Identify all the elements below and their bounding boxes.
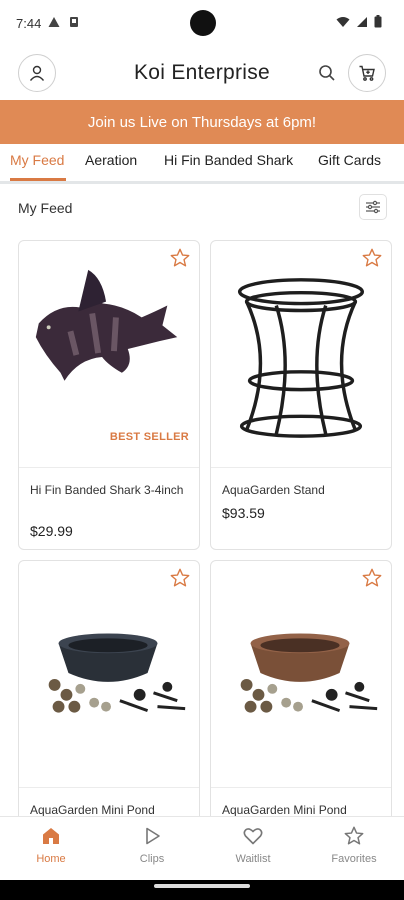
tab-gift-cards[interactable]: Gift Cards	[318, 152, 381, 168]
nav-waitlist[interactable]: Waitlist	[213, 825, 293, 865]
bottom-navigation: Home Clips Waitlist Favorites	[0, 816, 404, 880]
search-button[interactable]	[316, 62, 338, 84]
play-icon	[146, 827, 160, 845]
wifi-icon	[336, 16, 350, 27]
nav-favorites[interactable]: Favorites	[314, 825, 394, 865]
feed-title: My Feed	[18, 200, 73, 216]
nav-waitlist-label: Waitlist	[235, 853, 271, 865]
card-divider	[211, 467, 391, 468]
nav-clips[interactable]: Clips	[112, 825, 192, 865]
filter-button[interactable]	[359, 194, 387, 220]
live-promo-banner[interactable]: Join us Live on Thursdays at 6pm!	[0, 100, 404, 144]
battery-icon	[374, 15, 382, 28]
nav-home[interactable]: Home	[11, 825, 91, 865]
product-card[interactable]: AquaGarden Mini Pond	[18, 560, 200, 830]
favorite-star-icon[interactable]	[361, 567, 383, 589]
app-notification-icon	[70, 17, 78, 27]
product-price: $29.99	[30, 523, 73, 539]
favorite-star-icon[interactable]	[169, 567, 191, 589]
product-card[interactable]: BEST SELLER Hi Fin Banded Shark 3-4inch …	[18, 240, 200, 550]
camera-cutout	[190, 10, 216, 36]
category-tabs: My Feed Aeration Hi Fin Banded Shark Gif…	[0, 144, 404, 184]
card-divider	[211, 787, 391, 788]
product-card[interactable]: AquaGarden Mini Pond	[210, 560, 392, 830]
product-name: Hi Fin Banded Shark 3-4inch	[30, 483, 184, 497]
search-icon	[319, 65, 335, 81]
favorite-star-icon[interactable]	[169, 247, 191, 269]
product-image	[240, 633, 378, 713]
product-image	[237, 278, 365, 438]
tab-aeration[interactable]: Aeration	[85, 152, 137, 168]
product-card[interactable]: AquaGarden Stand $93.59	[210, 240, 392, 550]
cart-button[interactable]	[348, 54, 386, 92]
status-bar: 7:44	[0, 0, 404, 44]
status-time: 7:44	[16, 16, 42, 31]
notification-icons	[48, 16, 80, 28]
alert-icon	[48, 17, 60, 27]
banner-text: Join us Live on Thursdays at 6pm!	[87, 113, 317, 131]
home-icon	[43, 828, 59, 844]
card-divider	[19, 467, 199, 468]
active-tab-indicator	[10, 178, 66, 181]
star-icon	[344, 826, 364, 845]
cart-icon	[359, 65, 375, 81]
tab-my-feed[interactable]: My Feed	[10, 152, 64, 168]
nav-favorites-label: Favorites	[331, 853, 377, 865]
product-price: $93.59	[222, 505, 265, 521]
system-icons	[336, 15, 382, 28]
nav-home-label: Home	[36, 853, 66, 865]
signal-icon	[357, 16, 367, 27]
product-name: AquaGarden Stand	[222, 483, 325, 497]
app-title: Koi Enterprise	[133, 61, 271, 84]
product-image	[48, 633, 186, 713]
best-seller-badge: BEST SELLER	[109, 431, 189, 443]
home-gesture-handle[interactable]	[154, 884, 250, 888]
card-divider	[19, 787, 199, 788]
nav-clips-label: Clips	[139, 853, 165, 865]
tab-hi-fin-banded-shark[interactable]: Hi Fin Banded Shark	[164, 152, 293, 168]
app-header: Koi Enterprise	[0, 52, 404, 96]
favorite-star-icon[interactable]	[361, 247, 383, 269]
filter-sliders-icon	[366, 200, 380, 214]
system-navigation-bar	[0, 880, 404, 900]
heart-icon	[243, 828, 263, 845]
